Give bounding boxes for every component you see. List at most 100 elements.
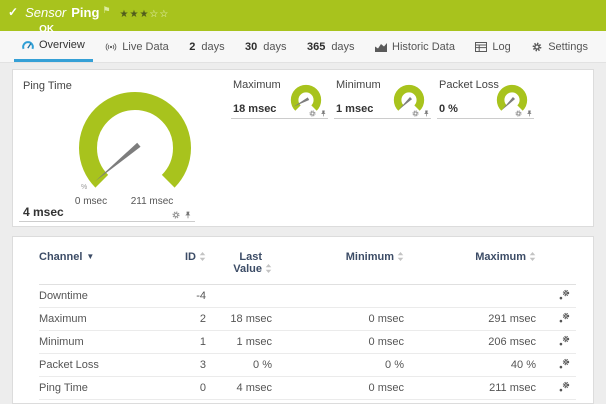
sorted-desc-arrow-icon: ▼ [86, 252, 94, 261]
channel-settings-icon[interactable] [559, 312, 570, 323]
channel-name[interactable]: Maximum [39, 308, 161, 331]
priority-stars[interactable]: ★★★☆☆ [120, 9, 170, 20]
tab-number: 2 [189, 41, 195, 53]
packet-loss-gauge-cell: Packet Loss 0 % [437, 78, 534, 119]
stars-empty-icon[interactable]: ☆☆ [149, 9, 169, 20]
header-label: ID [185, 251, 196, 263]
gauge-icon [22, 40, 34, 50]
gauge-value: 1 msec [336, 103, 373, 115]
channel-last-value: 1 msec [206, 331, 272, 354]
chart-icon [375, 42, 387, 52]
table-row-packet-loss: Packet Loss 3 0 % 0 % 40 % [39, 354, 576, 377]
tab-label: Historic Data [392, 41, 455, 53]
log-list-icon [475, 42, 487, 52]
channel-last-value: 0 % [206, 354, 272, 377]
sort-icon[interactable] [397, 252, 404, 261]
gauge-pin-icon[interactable] [184, 211, 192, 219]
header-label: Minimum [346, 251, 394, 263]
tab-label: days [331, 41, 354, 53]
priority-flag-icon[interactable]: ⚑ [102, 5, 110, 15]
channel-name[interactable]: Ping Time [39, 377, 161, 400]
gauge-value: 0 % [439, 103, 458, 115]
channel-id: 2 [161, 308, 206, 331]
ping-time-gauge [75, 86, 195, 201]
sensor-title-block: SensorPing⚑★★★☆☆ OK [25, 3, 169, 31]
channel-name[interactable]: Downtime [39, 285, 161, 308]
gauge-value: 18 msec [233, 103, 276, 115]
sort-icon[interactable] [529, 252, 536, 261]
status-ok-check-icon: ✓ [8, 5, 18, 31]
tab-label: days [263, 41, 286, 53]
table-row-maximum: Maximum 2 18 msec 0 msec 291 msec [39, 308, 576, 331]
tab-label: Settings [548, 41, 588, 53]
tab-live-data[interactable]: Live Data [97, 31, 176, 62]
tab-number: 30 [245, 41, 257, 53]
tab-365-days[interactable]: 365 days [299, 31, 363, 62]
channel-id: -4 [161, 285, 206, 308]
table-row-minimum: Minimum 1 1 msec 0 msec 206 msec [39, 331, 576, 354]
column-header-minimum[interactable]: Minimum [272, 249, 404, 285]
header-label: Last Value [222, 251, 262, 275]
tab-label: Log [492, 41, 510, 53]
tab-30-days[interactable]: 30 days [237, 31, 295, 62]
channel-settings-icon[interactable] [559, 381, 570, 392]
channel-maximum: 291 msec [404, 308, 536, 331]
tab-settings[interactable]: Settings [523, 31, 596, 62]
broadcast-icon [105, 42, 117, 52]
table-row-downtime: Downtime -4 [39, 285, 576, 308]
table-header-row: Channel ▼ ID Last Value Minimum Maximum [39, 249, 576, 285]
channel-settings-icon[interactable] [559, 335, 570, 346]
tab-2-days[interactable]: 2 days [181, 31, 232, 62]
channel-minimum [272, 285, 404, 308]
overview-content: Ping Time % 0 msec 211 msec 4 msec Maxim… [0, 63, 606, 404]
channel-minimum: 0 % [272, 354, 404, 377]
gauge-pin-icon[interactable] [526, 110, 533, 117]
gauge-pin-icon[interactable] [320, 110, 327, 117]
sort-icon[interactable] [199, 252, 206, 261]
channel-maximum: 211 msec [404, 377, 536, 400]
sensor-name[interactable]: Ping [71, 5, 99, 20]
header-label: Maximum [475, 251, 526, 263]
channel-settings-icon[interactable] [559, 289, 570, 300]
channel-maximum [404, 285, 536, 308]
sort-icon[interactable] [265, 264, 272, 273]
channel-maximum: 40 % [404, 354, 536, 377]
channel-maximum: 206 msec [404, 331, 536, 354]
sensor-header: ✓ SensorPing⚑★★★☆☆ OK [0, 0, 606, 31]
channels-table: Channel ▼ ID Last Value Minimum Maximum [39, 249, 576, 400]
channel-id: 3 [161, 354, 206, 377]
tab-number: 365 [307, 41, 325, 53]
gauge-min-label: 0 msec [61, 196, 121, 207]
tab-log[interactable]: Log [467, 31, 518, 62]
tab-overview[interactable]: Overview [14, 31, 93, 62]
channel-id: 1 [161, 331, 206, 354]
gear-icon [531, 42, 543, 52]
column-header-channel[interactable]: Channel ▼ [39, 249, 161, 285]
tab-label: Live Data [122, 41, 168, 53]
gauge-settings-gear-icon[interactable] [172, 211, 180, 219]
channel-last-value: 18 msec [206, 308, 272, 331]
tab-bar: Overview Live Data 2 days 30 days 365 da… [0, 31, 606, 63]
gauge-settings-gear-icon[interactable] [412, 110, 419, 117]
channel-last-value [206, 285, 272, 308]
channel-minimum: 0 msec [272, 377, 404, 400]
gauge-pin-icon[interactable] [423, 110, 430, 117]
channel-last-value: 4 msec [206, 377, 272, 400]
channel-name[interactable]: Minimum [39, 331, 161, 354]
column-header-last-value[interactable]: Last Value [206, 249, 272, 285]
stars-filled-icon[interactable]: ★★★ [120, 9, 150, 20]
column-header-maximum[interactable]: Maximum [404, 249, 536, 285]
gauge-max-label: 211 msec [122, 196, 182, 207]
channel-settings-icon[interactable] [559, 358, 570, 369]
header-label: Channel [39, 251, 82, 263]
channel-name[interactable]: Packet Loss [39, 354, 161, 377]
column-header-id[interactable]: ID [161, 249, 206, 285]
tab-label: Overview [39, 39, 85, 51]
channel-id: 0 [161, 377, 206, 400]
channel-minimum: 0 msec [272, 331, 404, 354]
maximum-gauge-cell: Maximum 18 msec [231, 78, 328, 119]
gauge-settings-gear-icon[interactable] [309, 110, 316, 117]
tab-historic-data[interactable]: Historic Data [367, 31, 463, 62]
percent-toggle-icon[interactable]: % [81, 184, 87, 191]
gauge-settings-gear-icon[interactable] [515, 110, 522, 117]
